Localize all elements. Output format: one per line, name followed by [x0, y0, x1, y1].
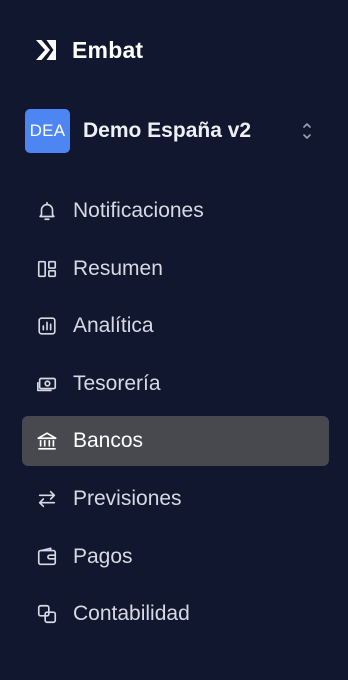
cash-icon: [35, 372, 59, 396]
dashboard-icon: [35, 257, 59, 281]
chart-icon: [35, 314, 59, 338]
arrows-left-right-icon: [35, 487, 59, 511]
brand[interactable]: Embat: [34, 36, 143, 64]
nav-item-bancos[interactable]: Bancos: [22, 416, 329, 467]
nav-label: Bancos: [73, 429, 144, 453]
nav-label: Contabilidad: [73, 602, 190, 626]
nav-item-tesoreria[interactable]: Tesorería: [22, 359, 329, 409]
wallet-icon: [35, 545, 59, 569]
chevron-up-down-icon[interactable]: [301, 120, 313, 142]
org-name: Demo España v2: [83, 119, 252, 142]
org-avatar: DEA: [25, 109, 70, 153]
nav-label: Previsiones: [73, 486, 182, 510]
nav-label: Resumen: [73, 256, 163, 280]
main-navigation: Notificaciones Resumen Analítica Tesorer…: [22, 186, 329, 647]
nav-item-previsiones[interactable]: Previsiones: [22, 474, 329, 524]
embat-logo-icon: [34, 38, 58, 62]
nav-item-analitica[interactable]: Analítica: [22, 301, 329, 351]
linked-squares-icon: [35, 602, 59, 626]
nav-item-pagos[interactable]: Pagos: [22, 532, 329, 582]
nav-item-notificaciones[interactable]: Notificaciones: [22, 186, 329, 236]
bank-icon: [35, 429, 59, 453]
bell-icon: [35, 199, 59, 223]
brand-name: Embat: [72, 36, 144, 63]
nav-item-contabilidad[interactable]: Contabilidad: [22, 589, 329, 639]
nav-label: Tesorería: [73, 371, 161, 395]
nav-label: Analítica: [73, 314, 154, 338]
organization-switcher[interactable]: DEA Demo España v2: [25, 109, 323, 153]
nav-label: Pagos: [73, 544, 133, 568]
nav-item-resumen[interactable]: Resumen: [22, 244, 329, 294]
nav-label: Notificaciones: [73, 199, 204, 222]
